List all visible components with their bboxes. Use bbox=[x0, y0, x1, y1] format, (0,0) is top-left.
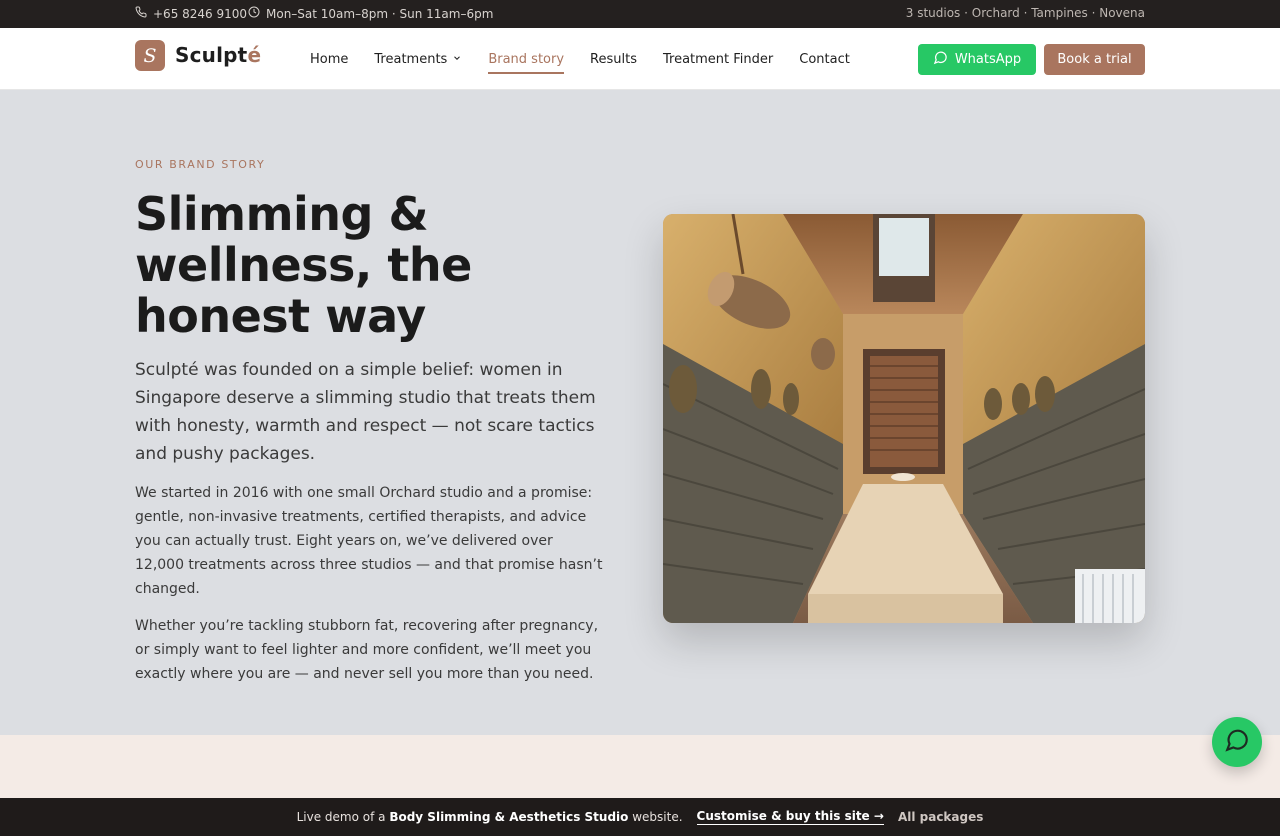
demo-suffix: website. bbox=[632, 810, 683, 824]
chat-fab-button[interactable] bbox=[1212, 717, 1262, 767]
nav-label: Results bbox=[590, 51, 637, 67]
nav-label: Home bbox=[310, 51, 349, 67]
nav-item-results[interactable]: Results bbox=[590, 28, 637, 90]
phone-number: +65 8246 9100 bbox=[153, 6, 248, 21]
whatsapp-button[interactable]: WhatsApp bbox=[918, 44, 1036, 75]
demo-prefix: Live demo of a bbox=[296, 810, 386, 824]
logo-name: Sculpt bbox=[175, 43, 248, 67]
nav-label: Treatments bbox=[374, 51, 448, 67]
nav-label: Contact bbox=[799, 51, 850, 67]
whatsapp-icon bbox=[933, 50, 948, 69]
chevron-down-icon bbox=[452, 52, 462, 67]
main-navigation: S Sculpté Home Treatments Brand story Re… bbox=[0, 28, 1280, 90]
studio-locations: 3 studios · Orchard · Tampines · Novena bbox=[905, 6, 1145, 20]
story-paragraph-2: Whether you’re tackling stubborn fat, re… bbox=[135, 618, 599, 682]
top-info-bar: +65 8246 9100 Mon–Sat 10am–8pm · Sun 11a… bbox=[0, 0, 1280, 28]
next-section-band bbox=[0, 735, 1280, 798]
nav-item-home[interactable]: Home bbox=[310, 28, 348, 90]
nav-label: Brand story bbox=[488, 51, 565, 67]
demo-text: Live demo of a Body Slimming & Aesthetic… bbox=[297, 810, 683, 824]
phone-contact[interactable]: +65 8246 9100 bbox=[135, 6, 247, 21]
clock-icon bbox=[248, 6, 260, 21]
whatsapp-label: WhatsApp bbox=[954, 52, 1022, 67]
phone-icon bbox=[135, 6, 147, 21]
demo-site-type: Body Slimming & Aesthetics Studio bbox=[389, 810, 629, 824]
chat-icon bbox=[1224, 727, 1250, 757]
nav-item-brand-story[interactable]: Brand story bbox=[488, 28, 564, 90]
all-packages-link[interactable]: All packages bbox=[898, 810, 983, 824]
logo-mark[interactable]: S bbox=[135, 40, 165, 71]
hours-text: Mon–Sat 10am–8pm · Sun 11am–6pm bbox=[266, 6, 494, 21]
nav-label: Treatment Finder bbox=[662, 51, 774, 67]
buy-site-link[interactable]: Customise & buy this site → bbox=[696, 809, 884, 825]
story-paragraph-1: We started in 2016 with one small Orchar… bbox=[135, 485, 603, 597]
section-eyebrow: OUR BRAND STORY bbox=[135, 158, 266, 171]
nav-item-treatments[interactable]: Treatments bbox=[374, 28, 462, 90]
demo-bar: Live demo of a Body Slimming & Aesthetic… bbox=[0, 798, 1280, 836]
nav-menu: Home Treatments Brand story Results Trea… bbox=[310, 28, 850, 90]
brand-story-hero: OUR BRAND STORY Slimming & wellness, the… bbox=[0, 91, 1280, 735]
treatment-room-photo bbox=[663, 214, 1145, 623]
page-title: Slimming & wellness, the honest way bbox=[135, 187, 472, 343]
book-trial-button[interactable]: Book a trial bbox=[1044, 44, 1145, 75]
opening-hours: Mon–Sat 10am–8pm · Sun 11am–6pm bbox=[248, 6, 493, 21]
nav-item-contact[interactable]: Contact bbox=[799, 28, 850, 90]
logo-accent: é bbox=[247, 43, 262, 67]
nav-item-treatment-finder[interactable]: Treatment Finder bbox=[663, 28, 773, 90]
logo-wordmark[interactable]: Sculpté bbox=[175, 43, 261, 67]
lead-paragraph: Sculpté was founded on a simple belief: … bbox=[135, 360, 596, 464]
